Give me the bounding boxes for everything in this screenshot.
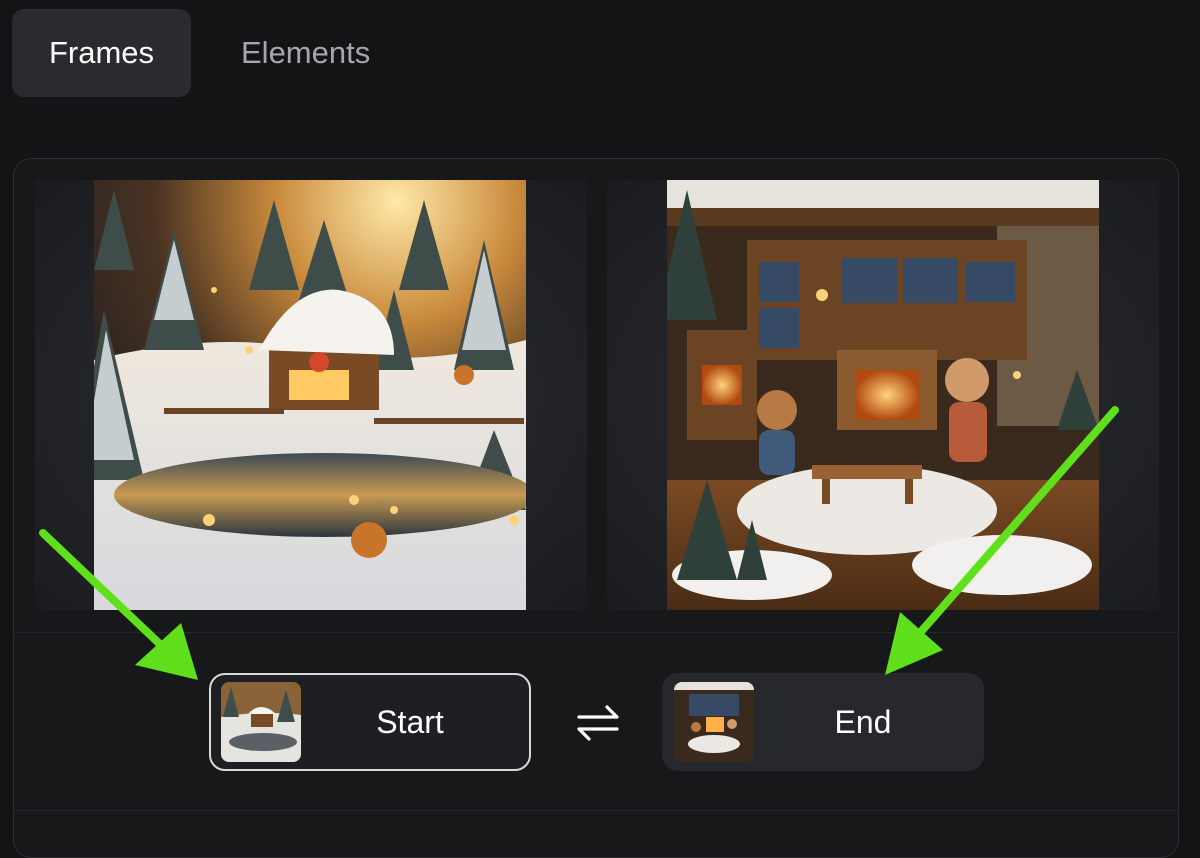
cabin-interior-image — [667, 180, 1099, 610]
start-frame-preview[interactable] — [35, 180, 587, 610]
end-thumbnail — [674, 682, 754, 762]
end-frame-preview[interactable] — [607, 180, 1159, 610]
swap-arrows-icon[interactable] — [575, 700, 621, 746]
tab-frames[interactable]: Frames — [12, 9, 191, 97]
tab-bar: Frames Elements — [12, 9, 400, 97]
divider — [14, 632, 1178, 633]
end-label: End — [834, 703, 892, 740]
start-frame-button[interactable]: Start — [209, 673, 531, 771]
end-frame-button[interactable]: End — [662, 673, 984, 771]
start-thumbnail — [221, 682, 301, 762]
tab-elements[interactable]: Elements — [211, 9, 400, 97]
start-label: Start — [376, 703, 444, 740]
snowy-village-image — [94, 180, 526, 610]
bottom-divider — [14, 810, 1178, 811]
